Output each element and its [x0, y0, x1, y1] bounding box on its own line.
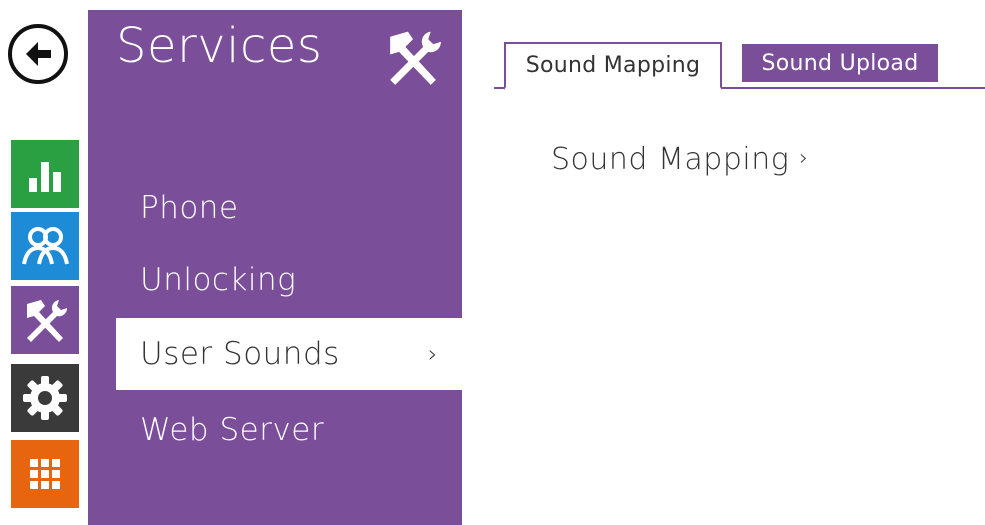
services-tools-icon — [27, 300, 68, 342]
hardware-grid-icon — [30, 459, 60, 489]
sidebar-directory-button[interactable] — [11, 212, 79, 280]
nav-item-label: Unlocking — [140, 262, 297, 298]
tab-sound-upload[interactable]: Sound Upload — [742, 44, 938, 82]
nav-item-user-sounds[interactable]: User Sounds › — [116, 318, 462, 390]
nav-item-unlocking[interactable]: Unlocking — [116, 244, 462, 316]
sidebar-hardware-button[interactable] — [11, 440, 79, 508]
services-nav-panel: Services Phone Unlocking User Sounds › W… — [88, 10, 462, 525]
nav-item-web-server[interactable]: Web Server — [116, 394, 462, 466]
status-chart-icon — [29, 162, 61, 192]
sound-mapping-section-link[interactable]: Sound Mapping › — [551, 142, 809, 177]
section-link-label: Sound Mapping — [551, 142, 790, 177]
nav-item-label: Web Server — [140, 412, 325, 448]
back-button[interactable] — [8, 24, 68, 84]
sidebar-status-button[interactable] — [11, 140, 79, 208]
nav-item-label: Phone — [140, 190, 239, 226]
users-icon — [22, 227, 69, 265]
chevron-right-icon: › — [427, 340, 438, 368]
chevron-right-icon: › — [799, 146, 809, 171]
nav-item-phone[interactable]: Phone — [116, 172, 462, 244]
tab-sound-mapping[interactable]: Sound Mapping — [504, 42, 722, 90]
settings-gear-icon — [23, 376, 67, 420]
nav-title: Services — [116, 18, 323, 74]
tools-icon — [390, 31, 441, 85]
back-arrow-icon — [26, 42, 51, 66]
sidebar-services-button[interactable] — [11, 286, 79, 354]
nav-item-label: User Sounds — [140, 336, 340, 372]
sidebar-settings-button[interactable] — [11, 364, 79, 432]
